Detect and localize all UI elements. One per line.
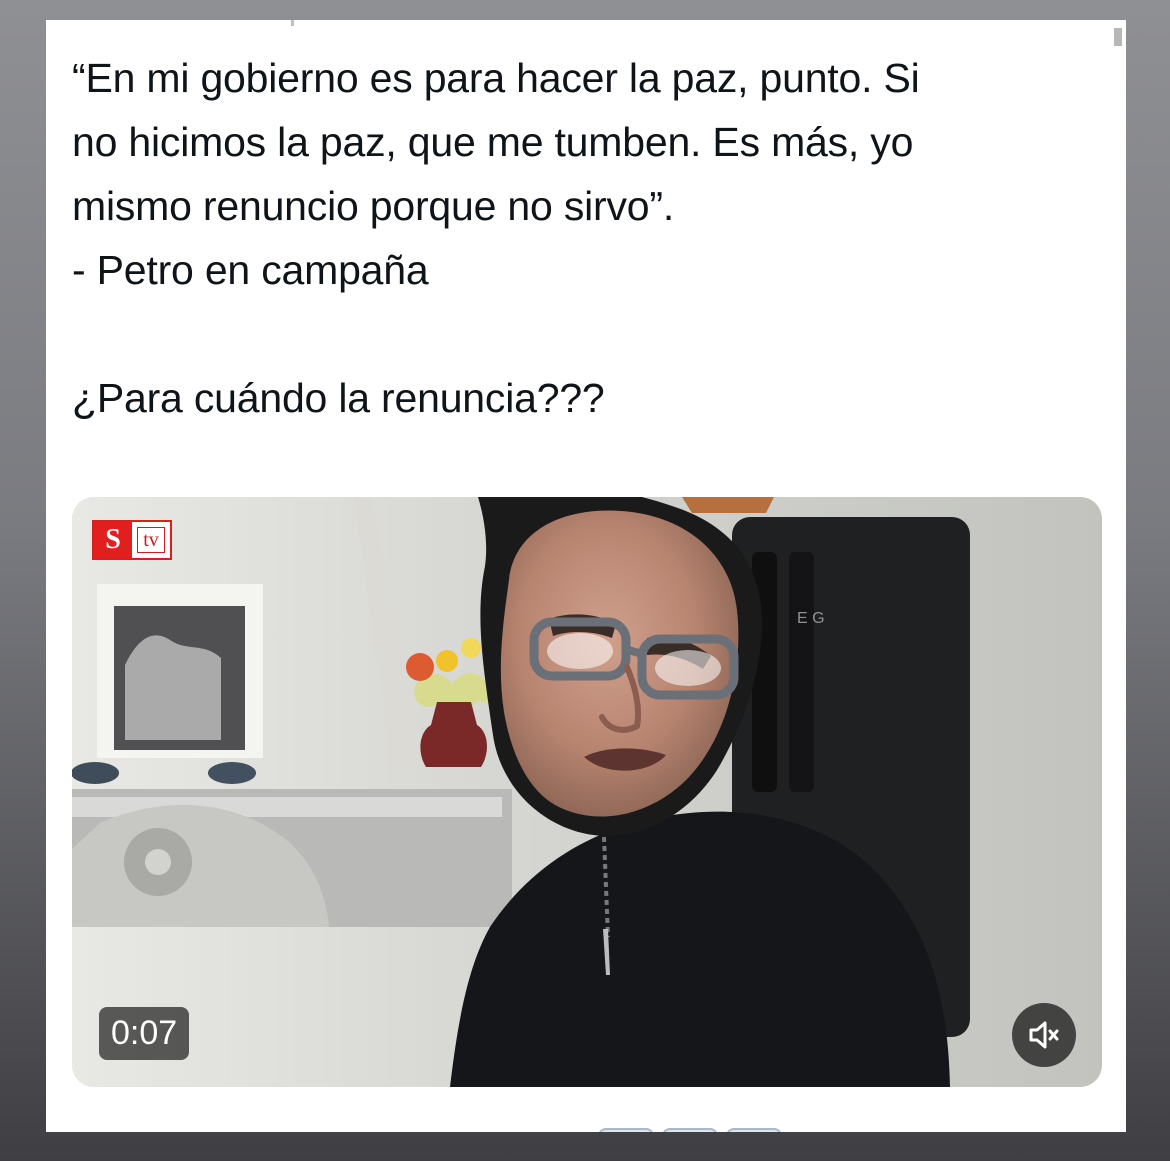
fridge-letters: E G xyxy=(797,610,825,627)
quote-line-3: mismo renuncio porque no sirvo”. xyxy=(72,183,675,229)
video-player[interactable]: E G S tv 0:07 xyxy=(72,497,1102,1087)
question-line: ¿Para cuándo la renuncia??? xyxy=(72,375,605,421)
top-edge-mark xyxy=(291,20,294,26)
tweet-text: “En mi gobierno es para hacer la paz, pu… xyxy=(72,46,1102,430)
stv-logo: S tv xyxy=(92,520,172,560)
video-frame: E G xyxy=(72,497,1102,1087)
quote-line-2: no hicimos la paz, que me tumben. Es más… xyxy=(72,119,914,165)
pagination-dot xyxy=(662,1128,718,1132)
scrollbar-indicator xyxy=(1114,28,1122,46)
pagination-dot xyxy=(598,1128,654,1132)
attribution: - Petro en campaña xyxy=(72,247,429,293)
stv-logo-s: S xyxy=(94,522,132,558)
mute-button[interactable] xyxy=(1012,1003,1076,1067)
pagination-dot xyxy=(726,1128,782,1132)
video-duration: 0:07 xyxy=(99,1007,190,1060)
post-card: “En mi gobierno es para hacer la paz, pu… xyxy=(46,20,1126,1132)
quote-line-1: “En mi gobierno es para hacer la paz, pu… xyxy=(72,55,920,101)
pagination-dots xyxy=(598,1128,782,1132)
stv-logo-tv: tv xyxy=(137,527,165,553)
muted-speaker-icon xyxy=(1029,1021,1059,1049)
